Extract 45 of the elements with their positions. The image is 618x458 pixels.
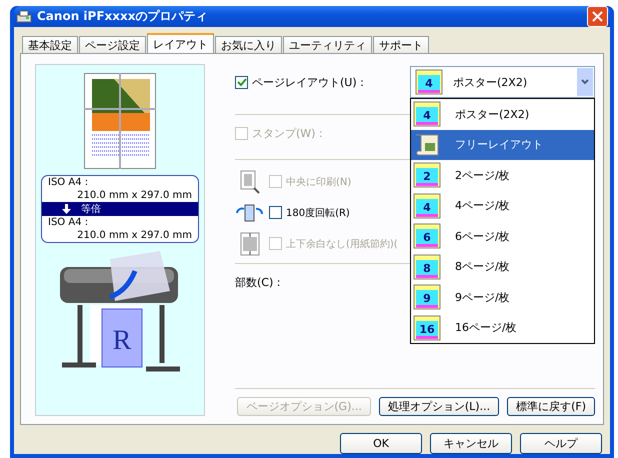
page-grid-icon: 9 <box>413 284 441 310</box>
window-title: Canon iPFxxxxのプロパティ <box>37 8 208 25</box>
chevron-down-icon <box>581 79 589 85</box>
page-grid-icon: 4 <box>413 192 441 219</box>
tab[interactable]: ユーティリティ <box>283 36 372 53</box>
tab[interactable]: ページ設定 <box>79 36 146 53</box>
page-grid-icon: 4 <box>413 101 441 128</box>
page-layout-label: ページレイアウト(U) : <box>252 74 364 90</box>
option-label: 上下余白なし(用紙節約)( <box>286 238 398 250</box>
page-grid-icon: 4 <box>415 69 443 95</box>
tab[interactable]: 基本設定 <box>22 36 78 53</box>
input-size-label: ISO A4 : <box>47 176 90 189</box>
checkbox[interactable] <box>235 76 248 88</box>
print-sample-letter: R <box>112 325 132 356</box>
printer-icon <box>16 10 32 24</box>
output-size: 210.0 mm x 297.0 mm <box>76 229 193 242</box>
dropdown-value: ポスター(2X2) <box>453 74 528 90</box>
tab[interactable]: お気に入り <box>215 36 282 53</box>
rotate-page-icon <box>235 204 265 222</box>
page-grid-icon: 8 <box>413 254 441 280</box>
down-arrow-icon <box>62 204 71 214</box>
copies-label: 部数(C) : <box>235 274 280 290</box>
dialog-button[interactable]: ヘルプ <box>520 433 602 454</box>
stamp-label: スタンプ(W) : <box>252 126 323 140</box>
close-icon <box>592 11 603 22</box>
page-magnifier-icon <box>239 170 261 194</box>
dropdown-option[interactable]: フリーレイアウト <box>411 130 594 160</box>
tab[interactable]: レイアウト <box>147 33 214 53</box>
page-grid-icon: 16 <box>413 314 441 341</box>
page-margin-icon <box>240 232 260 256</box>
dialog-button[interactable]: キャンセル <box>430 433 512 454</box>
panel-button[interactable]: 標準に戻す(F) <box>507 397 595 416</box>
panel-button[interactable]: 処理オプション(L)... <box>378 397 500 416</box>
option-label: 180度回転(R) <box>286 206 350 220</box>
close-button[interactable] <box>587 6 608 27</box>
output-size-label: ISO A4 : <box>47 216 90 229</box>
page-grid-icon: 2 <box>413 162 441 188</box>
tab[interactable]: サポート <box>373 36 429 53</box>
page-grid-icon: 6 <box>413 223 441 250</box>
dropdown-arrow-button[interactable] <box>577 68 593 96</box>
scaling-label: 等倍 <box>81 202 101 216</box>
dialog-button[interactable]: OK <box>340 433 422 454</box>
option-label: 中央に印刷(N) <box>286 176 352 188</box>
input-size: 210.0 mm x 297.0 mm <box>76 189 193 202</box>
checkbox[interactable] <box>269 206 282 219</box>
